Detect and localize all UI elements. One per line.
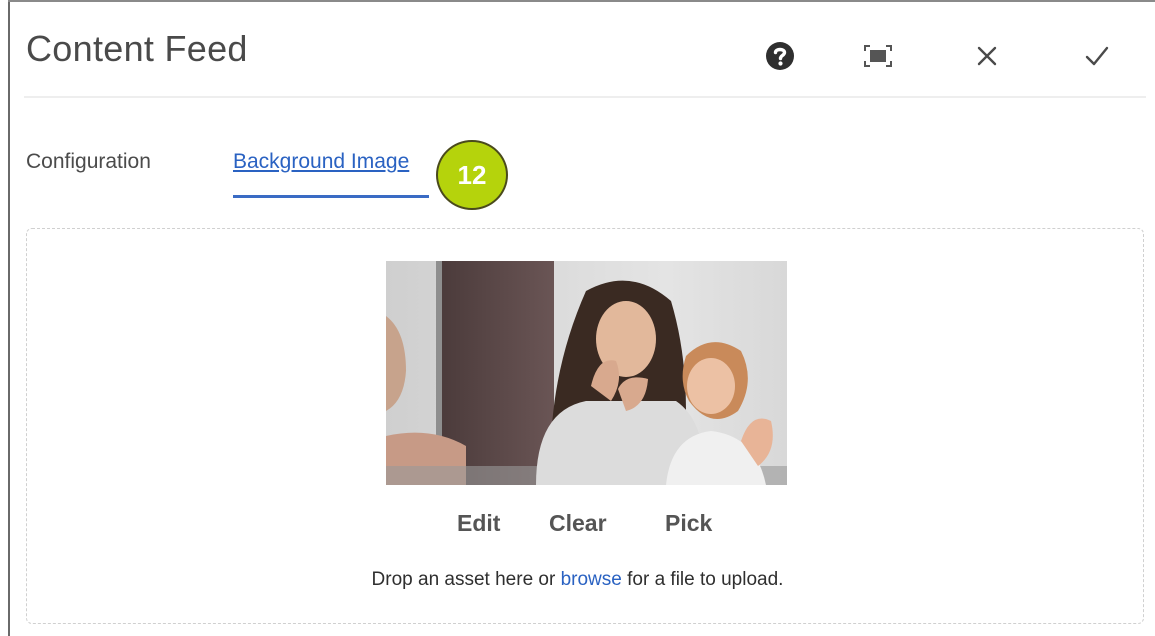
help-button[interactable] bbox=[760, 36, 800, 76]
cancel-button[interactable] bbox=[967, 36, 1007, 76]
active-tab-indicator bbox=[233, 195, 429, 198]
header-divider bbox=[24, 96, 1146, 98]
window-top-border bbox=[8, 0, 1155, 2]
fullscreen-icon bbox=[864, 45, 892, 67]
checkmark-icon bbox=[1085, 46, 1109, 66]
upload-hint-suffix: for a file to upload. bbox=[621, 569, 784, 590]
edit-button[interactable]: Edit bbox=[457, 510, 500, 537]
clear-button[interactable]: Clear bbox=[549, 510, 607, 537]
tab-background-image[interactable]: Background Image bbox=[233, 150, 409, 174]
pick-button[interactable]: Pick bbox=[665, 510, 712, 537]
step-callout-badge: 12 bbox=[436, 140, 508, 210]
done-button[interactable] bbox=[1077, 36, 1117, 76]
upload-hint: Drop an asset here or browse for a file … bbox=[0, 569, 1155, 591]
browse-link[interactable]: browse bbox=[561, 569, 622, 590]
fullscreen-button[interactable] bbox=[858, 36, 898, 76]
background-image-thumbnail bbox=[386, 261, 787, 485]
help-icon bbox=[766, 42, 794, 70]
dialog-title: Content Feed bbox=[26, 28, 248, 69]
tab-configuration[interactable]: Configuration bbox=[26, 150, 151, 174]
close-icon bbox=[977, 46, 997, 66]
upload-hint-prefix: Drop an asset here or bbox=[371, 569, 561, 590]
window-left-border bbox=[8, 0, 10, 636]
